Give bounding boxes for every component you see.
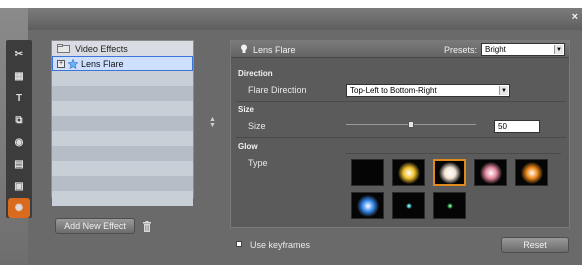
close-icon[interactable]: × xyxy=(572,11,578,23)
section-glow: Glow xyxy=(238,142,258,151)
title-bar: × xyxy=(28,8,582,30)
chevron-down-icon: ▼ xyxy=(554,45,563,54)
divider xyxy=(236,101,566,102)
divider xyxy=(346,153,561,154)
presets-dropdown[interactable]: Bright ▼ xyxy=(481,43,565,56)
list-item xyxy=(52,86,193,101)
title-icon[interactable]: T xyxy=(8,88,30,108)
effect-settings-header: Lens Flare Presets: Bright ▼ xyxy=(231,41,569,58)
glow-type-teal[interactable] xyxy=(392,192,425,219)
list-item xyxy=(52,131,193,146)
glow-swatch xyxy=(520,161,543,184)
glow-swatch xyxy=(446,202,453,209)
flare-direction-label: Flare Direction xyxy=(248,85,307,95)
trash-icon[interactable] xyxy=(142,221,152,232)
glow-type-green[interactable] xyxy=(433,192,466,219)
flare-direction-value: Top-Left to Bottom-Right xyxy=(350,86,437,95)
tool-strip: ✂ ▦ T ⧉ ◉ ▤ ▣ ✺ xyxy=(6,40,32,218)
glow-swatch xyxy=(397,161,420,184)
divider xyxy=(236,137,566,138)
glow-swatch xyxy=(356,194,379,217)
glow-swatch xyxy=(479,161,502,184)
star-icon xyxy=(68,58,78,69)
list-item xyxy=(52,101,193,116)
folder-icon xyxy=(57,44,70,53)
lightbulb-icon[interactable] xyxy=(240,44,248,54)
chevron-down-icon: ▼ xyxy=(499,86,508,95)
glow-swatch xyxy=(438,161,461,184)
list-item xyxy=(52,146,193,161)
film-icon[interactable]: ▦ xyxy=(8,66,30,86)
list-item xyxy=(52,176,193,191)
resize-handle-icon[interactable]: ▲ ▼ xyxy=(209,116,216,129)
glow-type-yellow[interactable] xyxy=(392,159,425,186)
expand-icon[interactable]: + xyxy=(57,59,65,68)
effect-settings-panel: Lens Flare Presets: Bright ▼ Direction F… xyxy=(230,40,570,228)
clapper-icon[interactable]: ▤ xyxy=(8,154,30,174)
presets-label: Presets: xyxy=(444,45,478,55)
overlay-icon[interactable]: ⧉ xyxy=(8,110,30,130)
glow-type-pink[interactable] xyxy=(474,159,507,186)
use-keyframes-checkbox[interactable] xyxy=(236,241,242,247)
list-item-label: Lens Flare xyxy=(81,58,124,69)
size-slider-handle[interactable] xyxy=(408,121,414,128)
effects-list-header-label: Video Effects xyxy=(75,43,128,54)
section-direction: Direction xyxy=(238,69,273,78)
glow-type-orange[interactable] xyxy=(515,159,548,186)
effects-list: Video Effects + Lens Flare xyxy=(51,40,194,206)
list-item xyxy=(52,116,193,131)
scissors-icon[interactable]: ✂ xyxy=(8,44,30,64)
list-item xyxy=(52,71,193,86)
camera-icon[interactable]: ◉ xyxy=(8,132,30,152)
add-new-effect-button[interactable]: Add New Effect xyxy=(55,218,135,234)
glow-type-white[interactable] xyxy=(433,159,466,186)
reset-button[interactable]: Reset xyxy=(501,237,569,253)
type-label: Type xyxy=(248,158,268,168)
glow-type-black[interactable] xyxy=(351,159,384,186)
effects-list-header[interactable]: Video Effects xyxy=(52,41,193,56)
snapshot-icon[interactable]: ▣ xyxy=(8,176,30,196)
effect-title: Lens Flare xyxy=(253,45,296,55)
glow-swatch xyxy=(405,202,412,209)
list-item xyxy=(52,191,193,206)
effects-window: × ✂ ▦ T ⧉ ◉ ▤ ▣ ✺ Video Effects + Lens F… xyxy=(0,0,582,265)
list-item xyxy=(52,161,193,176)
list-item-lens-flare[interactable]: + Lens Flare xyxy=(52,56,193,71)
size-value-input[interactable]: 50 xyxy=(494,120,540,133)
presets-value: Bright xyxy=(485,45,506,54)
section-size: Size xyxy=(238,105,255,114)
effects-icon[interactable]: ✺ xyxy=(8,198,30,218)
size-label: Size xyxy=(248,121,266,131)
glow-type-blue[interactable] xyxy=(351,192,384,219)
flare-direction-dropdown[interactable]: Top-Left to Bottom-Right ▼ xyxy=(346,84,510,97)
use-keyframes-label: Use keyframes xyxy=(250,240,311,250)
